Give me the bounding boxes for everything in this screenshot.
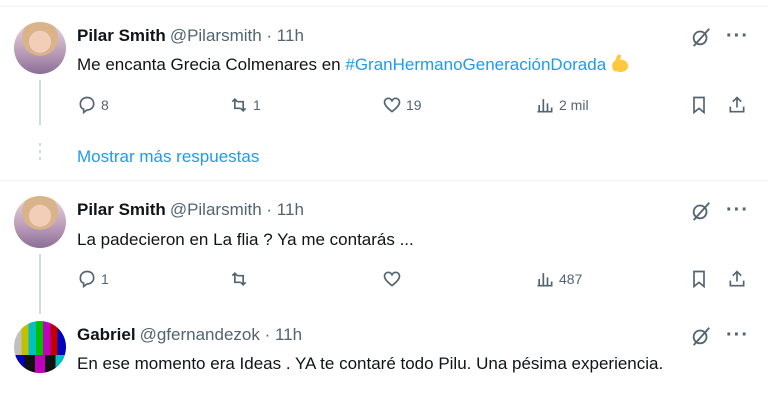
reply-button[interactable]: 8 xyxy=(77,95,109,115)
divider xyxy=(0,180,768,181)
avatar[interactable] xyxy=(14,196,66,248)
grok-icon[interactable] xyxy=(690,325,712,352)
author-handle[interactable]: @gfernandezok · 11h xyxy=(140,325,303,344)
tweet-actions: 8 1 19 2 mil xyxy=(77,95,757,119)
author-name[interactable]: Gabriel xyxy=(77,325,136,344)
like-count: 19 xyxy=(406,97,422,113)
author-name[interactable]: Pilar Smith xyxy=(77,200,166,219)
views-chart-icon xyxy=(537,273,553,287)
retweet-button[interactable] xyxy=(229,269,253,289)
retweet-icon xyxy=(231,97,247,113)
author-handle[interactable]: @Pilarsmith · 11h xyxy=(170,26,304,45)
tweet-header: Gabriel @gfernandezok · 11h xyxy=(77,325,302,345)
tweet-header: Pilar Smith @Pilarsmith · 11h xyxy=(77,200,304,220)
author-name[interactable]: Pilar Smith xyxy=(77,26,166,45)
bookmark-button[interactable] xyxy=(689,269,709,289)
reply-icon xyxy=(79,96,95,115)
reply-button[interactable]: 1 xyxy=(77,269,109,289)
share-icon xyxy=(729,96,745,113)
heart-icon xyxy=(383,271,401,287)
hashtag-link[interactable]: #GranHermanoGeneraciónDorada xyxy=(345,55,606,74)
author-handle[interactable]: @Pilarsmith · 11h xyxy=(170,200,304,219)
tweet-header: Pilar Smith @Pilarsmith · 11h xyxy=(77,26,304,46)
views-count: 2 mil xyxy=(559,97,589,113)
more-options-icon[interactable]: ··· xyxy=(726,200,749,220)
top-divider xyxy=(0,6,768,7)
avatar[interactable] xyxy=(14,321,66,373)
thread-line xyxy=(39,80,41,125)
views-count: 487 xyxy=(559,271,583,287)
tweet-text-part: Me encanta Grecia Colmenares en xyxy=(77,55,346,74)
grok-icon[interactable] xyxy=(690,200,712,227)
retweet-button[interactable]: 1 xyxy=(229,95,261,115)
reply-count: 8 xyxy=(101,97,109,113)
tweet-text: En ese momento era Ideas . YA te contaré… xyxy=(77,354,664,373)
tweet-actions: 1 487 xyxy=(77,269,757,293)
heart-icon xyxy=(383,97,401,113)
thread-dots xyxy=(39,143,41,164)
bookmark-icon xyxy=(693,96,705,115)
share-button[interactable] xyxy=(727,95,747,115)
more-options-icon[interactable]: ··· xyxy=(726,325,749,345)
like-button[interactable] xyxy=(382,269,406,289)
reply-icon xyxy=(79,270,95,289)
share-icon xyxy=(729,270,745,287)
tweet-text: La padecieron en La flia ? Ya me contará… xyxy=(77,230,414,249)
thread-line xyxy=(39,254,41,314)
more-options-icon[interactable]: ··· xyxy=(726,26,749,46)
like-button[interactable]: 19 xyxy=(382,95,422,115)
share-button[interactable] xyxy=(727,269,747,289)
views-chart-icon xyxy=(537,99,553,113)
grok-icon[interactable] xyxy=(690,26,712,53)
show-more-replies-link[interactable]: Mostrar más respuestas xyxy=(77,147,259,167)
bookmark-button[interactable] xyxy=(689,95,709,115)
bookmark-icon xyxy=(693,270,705,289)
reply-count: 1 xyxy=(101,271,109,287)
retweet-count: 1 xyxy=(253,97,261,113)
avatar[interactable] xyxy=(14,22,66,74)
views-button[interactable]: 2 mil xyxy=(535,95,589,115)
retweet-icon xyxy=(231,271,247,287)
views-button[interactable]: 487 xyxy=(535,269,582,289)
tweet-text: Me encanta Grecia Colmenares en #GranHer… xyxy=(77,53,697,77)
flexed-biceps-emoji-icon xyxy=(609,53,631,73)
